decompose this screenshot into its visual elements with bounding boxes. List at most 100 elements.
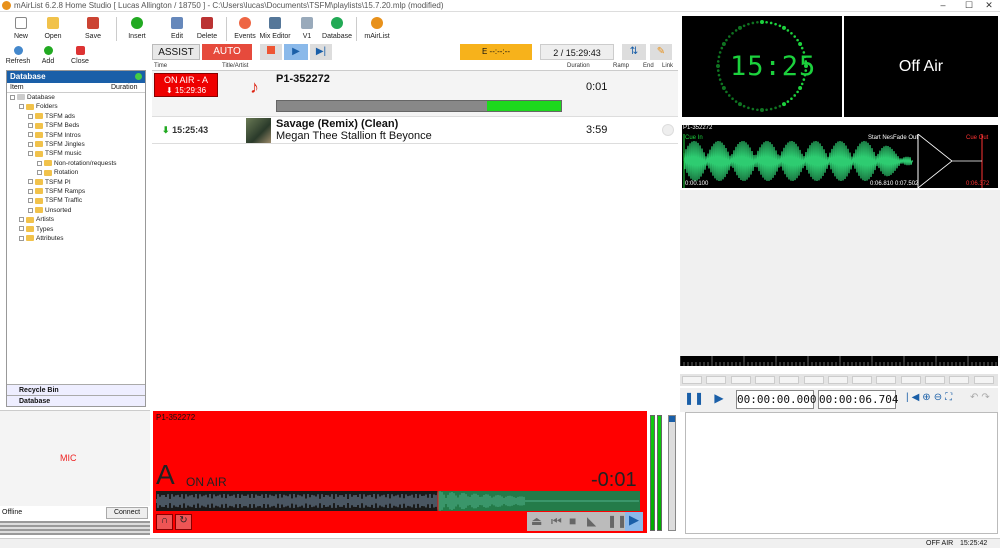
expand-icon[interactable] — [28, 188, 33, 194]
skip-icon: ▶| — [315, 46, 327, 57]
zoom-controls[interactable]: |◀⊕⊖⛶ — [906, 392, 955, 403]
refresh-button[interactable]: Refresh — [4, 45, 32, 67]
playlist-row[interactable]: ON AIR - A ⬇ 15:29:36 ♪ P1-352272 0:01 — [152, 71, 678, 117]
marker-button[interactable] — [803, 376, 824, 384]
mix-editor-button[interactable]: Mix Editor — [258, 13, 292, 45]
next-icon: ⬇ — [162, 125, 170, 135]
marker-button[interactable] — [900, 376, 921, 384]
expand-icon[interactable] — [37, 160, 42, 166]
player-fader[interactable] — [668, 415, 676, 531]
pencil-button[interactable]: ✎ — [650, 44, 672, 60]
delete-button[interactable]: Delete — [190, 13, 224, 45]
eject-icon[interactable]: ⏏ — [531, 514, 542, 528]
events-button[interactable]: Events — [228, 13, 262, 45]
skip-button[interactable]: ▶| — [310, 44, 332, 60]
expand-icon[interactable] — [10, 94, 15, 100]
insert-button[interactable]: Insert — [120, 13, 154, 45]
save-button[interactable]: Save — [76, 13, 110, 45]
loop-button[interactable]: ↻ — [175, 514, 192, 530]
expand-icon[interactable] — [19, 235, 24, 241]
marker-button[interactable] — [682, 376, 702, 384]
minimize-button[interactable]: – — [932, 0, 954, 11]
tree-item[interactable]: TSFM PI — [7, 178, 145, 187]
expand-icon[interactable] — [28, 198, 33, 204]
tree-item[interactable]: Folders — [7, 102, 145, 111]
play-preview-button[interactable]: ▶ — [710, 391, 728, 409]
mairlist-menu-button[interactable]: mAirList — [360, 13, 394, 45]
expand-icon[interactable] — [28, 113, 33, 119]
play-icon[interactable]: ▶ — [625, 512, 643, 531]
marker-button[interactable] — [852, 376, 873, 384]
expand-icon[interactable] — [19, 226, 24, 232]
database-button[interactable]: Database — [320, 13, 354, 45]
expand-icon[interactable] — [19, 217, 24, 223]
tree-item[interactable]: TSFM Beds — [7, 121, 145, 130]
marker-button[interactable] — [779, 376, 800, 384]
playlist-row[interactable]: ⬇ 15:25:43 Savage (Remix) (Clean) Megan … — [152, 117, 678, 144]
undo-icon[interactable]: ↶ — [970, 392, 981, 403]
tree-item[interactable]: TSFM Intros — [7, 131, 145, 140]
tree-item[interactable]: TSFM music — [7, 149, 145, 158]
play-icon: ▶ — [292, 46, 300, 57]
marker-button[interactable] — [973, 376, 994, 384]
expand-icon[interactable] — [28, 151, 33, 157]
expand-icon[interactable] — [19, 104, 24, 110]
tree-item[interactable]: TSFM Jingles — [7, 140, 145, 149]
redo-icon[interactable]: ↷ — [981, 392, 992, 403]
assist-button[interactable]: ASSIST — [152, 44, 200, 60]
marker-button[interactable] — [706, 376, 727, 384]
expand-icon[interactable] — [28, 132, 33, 138]
marker-button[interactable] — [949, 376, 970, 384]
tree-item[interactable]: Types — [7, 225, 145, 234]
link-icon[interactable] — [662, 124, 674, 136]
rewind-icon[interactable]: ⏮ — [551, 514, 562, 529]
tree-item[interactable]: Database — [7, 93, 145, 102]
expand-icon[interactable] — [28, 207, 33, 213]
marker-button[interactable] — [925, 376, 945, 384]
tree-item-label: Non-rotation/requests — [54, 159, 117, 167]
new-button[interactable]: New — [4, 13, 38, 45]
sort-button[interactable]: ⇅ — [622, 44, 646, 60]
expand-icon[interactable] — [28, 179, 33, 185]
connect-button[interactable]: Connect — [106, 507, 148, 519]
tree-item[interactable]: Non-rotation/requests — [7, 159, 145, 168]
tree-item[interactable]: Attributes — [7, 234, 145, 243]
stop-icon[interactable]: ■ — [569, 514, 576, 528]
pause-icon: ❚❚ — [684, 391, 705, 405]
fit-icon[interactable]: ⛶ — [945, 392, 955, 403]
tree-item[interactable]: TSFM Traffic — [7, 196, 145, 205]
open-button[interactable]: Open — [36, 13, 70, 45]
marker-button[interactable] — [827, 376, 848, 384]
auto-button[interactable]: AUTO — [202, 44, 252, 60]
stop-button[interactable] — [260, 44, 282, 60]
tree-item[interactable]: Unsorted — [7, 206, 145, 215]
expand-icon[interactable] — [28, 123, 33, 128]
play-button[interactable]: ▶ — [284, 44, 308, 60]
marker-button[interactable] — [754, 376, 775, 384]
expand-icon[interactable] — [37, 170, 42, 176]
add-button[interactable]: Add — [34, 45, 62, 67]
tree-item[interactable]: TSFM Ramps — [7, 187, 145, 196]
edit-button[interactable]: Edit — [160, 13, 194, 45]
v1-button[interactable]: V1 — [290, 13, 324, 45]
tree-item[interactable]: TSFM ads — [7, 112, 145, 121]
close-button[interactable]: Close — [66, 45, 94, 67]
skip-start-icon[interactable]: |◀ — [906, 392, 922, 403]
zoom-in-icon[interactable]: ⊕ — [922, 392, 933, 403]
marker-button[interactable] — [730, 376, 751, 384]
tree-item[interactable]: Artists — [7, 215, 145, 224]
waveform-view[interactable]: Cue In Start NesFade Out Cue Out 0:00.10… — [682, 133, 998, 189]
expand-icon[interactable] — [28, 141, 33, 147]
database-tab[interactable]: Database — [7, 395, 145, 406]
marker-button[interactable] — [876, 376, 897, 384]
pause-button[interactable]: ❚❚ — [684, 391, 705, 409]
fade-icon[interactable]: ◣ — [587, 514, 596, 528]
player-waveform[interactable] — [155, 491, 642, 511]
close-window-button[interactable]: ✕ — [978, 0, 1000, 11]
maximize-button[interactable]: ☐ — [958, 0, 980, 11]
recycle-bin-tab[interactable]: Recycle Bin — [7, 384, 145, 395]
zoom-out-icon[interactable]: ⊖ — [934, 392, 945, 403]
tree-item-label: TSFM Jingles — [45, 141, 85, 149]
headphones-button[interactable]: ∩ — [156, 514, 173, 530]
tree-item[interactable]: Rotation — [7, 168, 145, 177]
